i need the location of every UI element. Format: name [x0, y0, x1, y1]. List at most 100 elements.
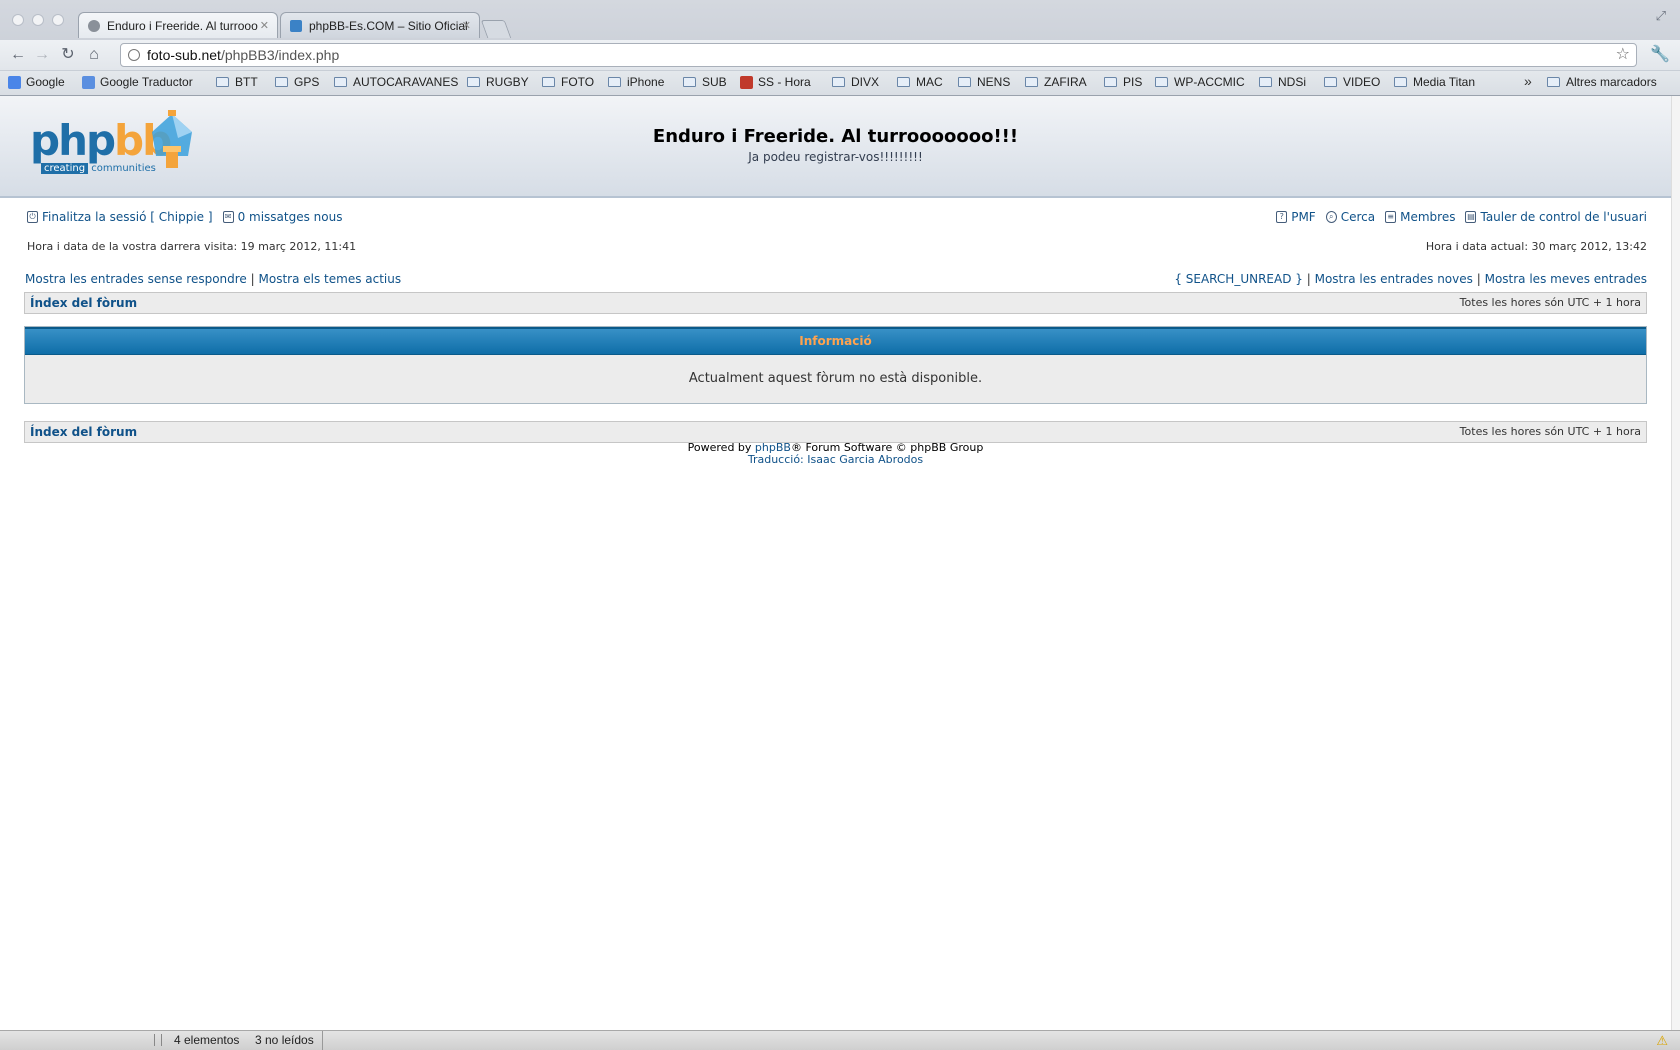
bookmark-google[interactable]: Google	[8, 75, 65, 89]
resize-grip-icon[interactable]	[154, 1034, 162, 1046]
separator: |	[250, 272, 255, 286]
bookmark-btt[interactable]: BTT	[216, 75, 258, 89]
search-icon: ⌕	[1325, 211, 1337, 223]
gencat-icon	[740, 75, 753, 89]
bookmark-ss-hora[interactable]: SS - Hora	[740, 75, 811, 89]
bookmark-rugby[interactable]: RUGBY	[467, 75, 529, 89]
wrench-icon[interactable]: 🔧	[1650, 44, 1670, 64]
tab-close-icon[interactable]: ✕	[260, 13, 269, 38]
address-bar[interactable]: foto-sub.net/phpBB3/index.php ☆	[120, 43, 1637, 67]
folder-icon	[275, 77, 288, 87]
powered-by-text: Powered by	[687, 441, 755, 454]
forum-index-link[interactable]: Índex del fòrum	[30, 425, 137, 439]
breadcrumb-top: Índex del fòrum Totes les hores són UTC …	[24, 292, 1647, 314]
warning-icon[interactable]: ⚠	[1656, 1033, 1668, 1049]
url-host: foto-sub.net	[147, 47, 221, 63]
bookmark-mac[interactable]: MAC	[897, 75, 943, 89]
folder-icon	[832, 77, 845, 87]
bookmark-star-icon[interactable]: ☆	[1616, 44, 1630, 66]
messages-link[interactable]: 0 missatges nous	[238, 210, 343, 224]
bookmark-label: iPhone	[627, 75, 665, 89]
logout-link[interactable]: Finalitza la sessió [ Chippie ]	[42, 210, 213, 224]
bookmark-label: VIDEO	[1343, 75, 1381, 89]
vertical-scrollbar[interactable]	[1671, 96, 1680, 1030]
unanswered-posts-link[interactable]: Mostra les entrades sense respondre	[25, 272, 247, 286]
members-link[interactable]: Membres	[1400, 210, 1455, 224]
separator: |	[1476, 272, 1481, 286]
folder-icon	[1104, 77, 1117, 87]
bookmark-gps[interactable]: GPS	[275, 75, 319, 89]
bookmark-pis[interactable]: PIS	[1104, 75, 1142, 89]
user-control-panel-link[interactable]: Tauler de control de l'usuari	[1480, 210, 1647, 224]
bookmark-divx[interactable]: DIVX	[832, 75, 879, 89]
tab-strip: Enduro i Freeride. Al turrooo ✕ phpBB-Es…	[78, 12, 512, 38]
bookmark-wp-accmic[interactable]: WP-ACCMIC	[1155, 75, 1245, 89]
bookmark-autocaravanes[interactable]: AUTOCARAVANES	[334, 75, 458, 89]
browser-toolbar: ← → ↻ ⌂ foto-sub.net/phpBB3/index.php ☆ …	[0, 40, 1680, 70]
bookmark-label: AUTOCARAVANES	[353, 75, 459, 89]
globe-icon	[88, 20, 100, 32]
information-message: Actualment aquest fòrum no està disponib…	[688, 371, 983, 386]
members-icon: ≡	[1385, 211, 1397, 223]
new-tab-button[interactable]	[480, 20, 512, 38]
search-unread-link[interactable]: { SEARCH_UNREAD }	[1174, 272, 1303, 286]
google-icon	[8, 75, 21, 89]
bookmark-sub[interactable]: SUB	[683, 75, 727, 89]
tab-enduro[interactable]: Enduro i Freeride. Al turrooo ✕	[78, 12, 278, 38]
information-panel: Informació Actualment aquest fòrum no es…	[24, 326, 1647, 404]
bookmark-label: NENS	[977, 75, 1011, 89]
faq-link[interactable]: PMF	[1291, 210, 1316, 224]
tab-title: phpBB-Es.COM – Sitio Oficial	[309, 19, 468, 33]
bookmark-video[interactable]: VIDEO	[1324, 75, 1380, 89]
folder-icon	[1259, 77, 1272, 87]
folder-icon	[1547, 77, 1560, 87]
bookmark-nens[interactable]: NENS	[958, 75, 1010, 89]
folder-icon	[1025, 77, 1038, 87]
folder-icon	[608, 77, 621, 87]
new-posts-link[interactable]: Mostra les entrades noves	[1315, 272, 1473, 286]
fullscreen-icon[interactable]: ⤢	[1656, 8, 1666, 24]
bookmark-label: GPS	[294, 75, 320, 89]
timezone-text: Totes les hores són UTC + 1 hora	[1459, 296, 1641, 309]
site-title: Enduro i Freeride. Al turrooooooo!!!	[652, 126, 1019, 147]
bookmark-label: SUB	[702, 75, 727, 89]
tab-title: Enduro i Freeride. Al turrooo	[107, 19, 258, 33]
home-icon[interactable]: ⌂	[84, 45, 104, 65]
bookmark-label: PIS	[1123, 75, 1143, 89]
folder-icon	[1324, 77, 1337, 87]
divider	[322, 1031, 323, 1050]
url-path: /phpBB3/index.php	[220, 47, 340, 63]
folder-icon	[467, 77, 480, 87]
search-links-left: Mostra les entrades sense respondre | Mo…	[25, 272, 401, 286]
search-link[interactable]: Cerca	[1341, 210, 1375, 224]
bookmark-google-traductor[interactable]: Google Traductor	[82, 75, 193, 89]
bookmark-media-titan[interactable]: Media Titan	[1394, 75, 1475, 89]
forum-index-link[interactable]: Índex del fòrum	[30, 296, 137, 310]
bookmark-label: FOTO	[561, 75, 595, 89]
other-bookmarks[interactable]: Altres marcadors	[1547, 75, 1657, 89]
minimize-window-button[interactable]	[32, 14, 44, 26]
bookmarks-bar: » Altres marcadors Google Google Traducto…	[0, 71, 1680, 95]
bookmark-zafira[interactable]: ZAFIRA	[1025, 75, 1087, 89]
own-posts-link[interactable]: Mostra les meves entrades	[1485, 272, 1647, 286]
close-window-button[interactable]	[12, 14, 24, 26]
reload-icon[interactable]: ↻	[58, 45, 78, 65]
bookmark-foto[interactable]: FOTO	[542, 75, 594, 89]
bookmark-ndsi[interactable]: NDSi	[1259, 75, 1306, 89]
tab-close-icon[interactable]: ✕	[462, 13, 471, 38]
folder-icon	[334, 77, 347, 87]
tab-phpbb-es[interactable]: phpBB-Es.COM – Sitio Oficial ✕	[280, 12, 480, 38]
last-visit-text: Hora i data de la vostra darrera visita:…	[27, 240, 357, 253]
copyright-footer: Powered by phpBB® Forum Software © phpBB…	[0, 442, 1671, 466]
window-controls	[12, 14, 64, 26]
more-bookmarks-button[interactable]: »	[1524, 73, 1532, 89]
folder-icon	[958, 77, 971, 87]
translation-credit-link[interactable]: Traducció: Isaac Garcia Abrodos	[748, 453, 923, 466]
faq-icon: ?	[1276, 211, 1288, 223]
bookmark-label: DIVX	[851, 75, 880, 89]
zoom-window-button[interactable]	[52, 14, 64, 26]
active-topics-link[interactable]: Mostra els temes actius	[259, 272, 402, 286]
forward-icon[interactable]: →	[32, 45, 52, 65]
bookmark-iphone[interactable]: iPhone	[608, 75, 664, 89]
back-icon[interactable]: ←	[8, 45, 28, 65]
